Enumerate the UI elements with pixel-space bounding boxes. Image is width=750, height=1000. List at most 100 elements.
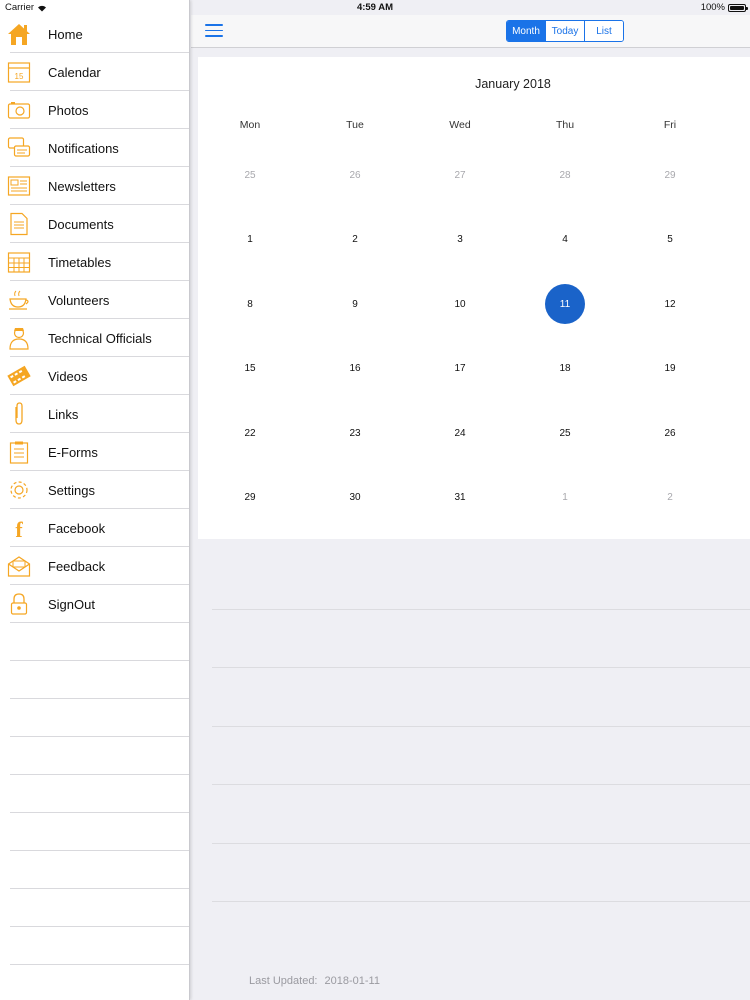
sidebar-empty-row [0,813,189,851]
calendar-day[interactable]: 26 [650,413,690,453]
sidebar-item-label: Facebook [48,520,106,536]
sidebar-item-calendar[interactable]: 15 Calendar [0,53,189,91]
calendar-day[interactable]: 31 [440,477,480,517]
sidebar-item-label: Notifications [48,140,119,156]
calendar-day[interactable]: 24 [440,413,480,453]
sidebar-item-signout[interactable]: SignOut [0,585,189,623]
last-updated-value: 2018-01-11 [324,975,380,987]
calendar-day[interactable]: 29 [650,155,690,195]
sidebar-item-settings[interactable]: Settings [0,471,189,509]
event-list-row [212,844,750,902]
calendar-day[interactable]: 25 [230,155,270,195]
sidebar-item-label: Newsletters [48,178,116,194]
calendar-day[interactable]: 17 [440,348,480,388]
calendar-day[interactable]: 29 [230,477,270,517]
last-updated-label: Last Updated: [249,975,318,987]
calendar-day[interactable]: 8 [230,284,270,324]
calendar-day[interactable]: 9 [335,284,375,324]
sidebar-item-e-forms[interactable]: E-Forms [0,433,189,471]
calendar-month-title: January 2018 [475,77,551,91]
calendar-day[interactable]: 12 [650,284,690,324]
calendar-day[interactable]: 4 [545,219,585,259]
sidebar-empty-row [0,889,189,927]
calendar-day[interactable]: 30 [335,477,375,517]
list-view-button[interactable]: List [585,21,623,41]
calendar-day[interactable]: 28 [545,155,585,195]
calendar-day[interactable]: 1 [545,477,585,517]
newspaper-icon [6,173,32,199]
sidebar-item-label: Settings [48,482,95,498]
weekday-header: Mon Tue Wed Thu Fri [198,119,750,133]
sidebar-item-notifications[interactable]: Notifications [0,129,189,167]
sidebar-empty-row [0,623,189,661]
month-view-button[interactable]: Month [507,21,546,41]
event-list-area [212,551,750,902]
battery-indicator: 100% [700,2,748,13]
today-view-button[interactable]: Today [546,21,585,41]
sidebar-item-timetables[interactable]: Timetables [0,243,189,281]
calendar-day[interactable]: 26 [335,155,375,195]
teacup-icon [6,287,32,313]
calendar-day[interactable]: 2 [650,477,690,517]
calendar-day[interactable]: 3 [440,219,480,259]
view-mode-segmented-control: Month Today List [506,20,624,42]
calendar-day[interactable]: 2 [335,219,375,259]
sidebar-empty-row [0,699,189,737]
battery-fill [730,5,744,10]
svg-text:15: 15 [15,72,24,81]
padlock-icon [6,591,32,617]
chat-bubbles-icon [6,135,32,161]
sidebar-item-label: Feedback [48,558,106,574]
sidebar-empty-row [0,737,189,775]
feedback-envelope-icon [6,553,32,579]
paperclip-icon [6,401,32,427]
sidebar-item-label: Photos [48,102,89,118]
calendar-day[interactable]: 22 [230,413,270,453]
sidebar-empty-row [0,927,189,965]
calendar-day[interactable]: 18 [545,348,585,388]
sidebar-item-technical-officials[interactable]: Technical Officials [0,319,189,357]
timetable-icon [6,249,32,275]
sidebar-item-label: Links [48,406,79,422]
sidebar-item-newsletters[interactable]: Newsletters [0,167,189,205]
calendar-day[interactable]: 16 [335,348,375,388]
sidebar-item-label: Home [48,26,83,42]
sidebar-item-photos[interactable]: Photos [0,91,189,129]
calendar-day[interactable]: 25 [545,413,585,453]
sidebar-item-facebook[interactable]: f Facebook [0,509,189,547]
sidebar-item-volunteers[interactable]: Volunteers [0,281,189,319]
sidebar-item-feedback[interactable]: Feedback [0,547,189,585]
home-icon [6,21,32,47]
sidebar-item-documents[interactable]: Documents [0,205,189,243]
event-list-row [212,551,750,610]
calendar-day[interactable]: 19 [650,348,690,388]
facebook-icon: f [6,515,32,541]
sidebar: Home 15 Calendar Photos Notifications Newslet… [0,0,190,1000]
calendar-day[interactable]: 5 [650,219,690,259]
hamburger-icon[interactable] [205,24,223,38]
calendar-day[interactable]: 10 [440,284,480,324]
battery-icon [728,3,748,12]
sidebar-empty-row [0,775,189,813]
calendar-day[interactable]: 27 [440,155,480,195]
sidebar-item-home[interactable]: Home [0,15,189,53]
toolbar: Month Today List [191,15,750,48]
event-list-row [212,785,750,844]
sidebar-empty-row [0,965,189,1000]
battery-percent: 100% [700,2,725,13]
sidebar-item-label: Videos [48,368,88,384]
sidebar-item-label: Volunteers [48,292,110,308]
calendar-day[interactable]: 23 [335,413,375,453]
sidebar-empty-row [0,661,189,699]
sidebar-item-videos[interactable]: Videos [0,357,189,395]
svg-text:f: f [15,517,23,541]
sidebar-item-label: Documents [48,216,114,232]
clipboard-form-icon [6,439,32,465]
calendar-day[interactable]: 1 [230,219,270,259]
event-list-row [212,727,750,785]
sidebar-item-label: Technical Officials [48,330,152,346]
calendar-day[interactable]: 15 [230,348,270,388]
weekday-tue: Tue [346,119,364,131]
sidebar-item-links[interactable]: Links [0,395,189,433]
calendar-day-selected[interactable]: 11 [545,284,585,324]
